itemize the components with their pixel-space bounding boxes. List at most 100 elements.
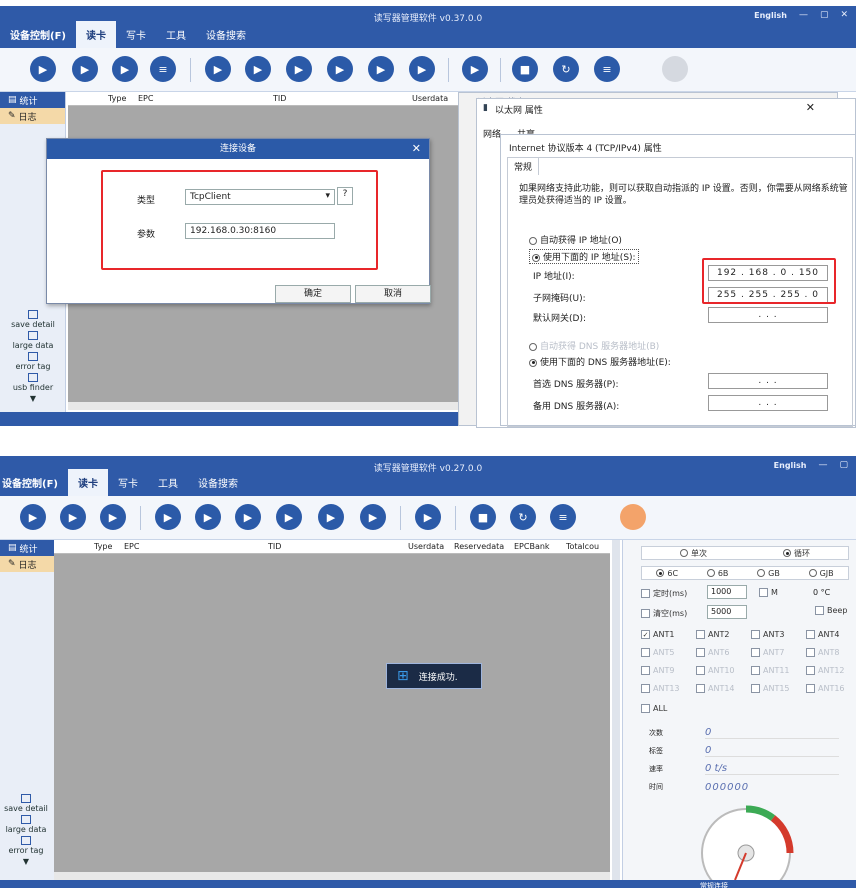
language-button[interactable]: English [754,11,787,20]
tid-icon[interactable]: ▶ [60,504,86,530]
error-tag-button[interactable]: error tag [0,836,52,855]
timer-input[interactable]: 1000 [707,585,747,599]
col-epc[interactable]: EPC [124,542,139,551]
close-icon[interactable]: ✕ [840,10,848,20]
manual-ip-radio[interactable]: 使用下面的 IP 地址(S): [529,249,639,264]
proto-gjb-radio[interactable]: GJB [808,569,834,578]
menu-tools[interactable]: 工具 [148,475,188,496]
tab-network[interactable]: 网络 [483,127,501,140]
auto-ip-radio[interactable]: 自动获得 IP 地址(O) [529,233,622,246]
menu-device-search[interactable]: 设备搜索 [188,475,248,496]
ant-checkbox-16[interactable]: ANT16 [806,684,845,693]
ant-checkbox-1[interactable]: ✓ ANT1 [641,630,674,639]
ok-button[interactable]: 确定 [275,285,351,303]
read-icon-6[interactable]: ▶ [409,56,435,82]
read-icon-5[interactable]: ▶ [368,56,394,82]
nav-log[interactable]: ✎ 日志 [0,108,65,124]
clear-checkbox[interactable]: 清空(ms) [641,608,687,619]
col-epc[interactable]: EPC [138,94,153,103]
beep-checkbox[interactable]: Beep [815,606,847,615]
menu-read[interactable]: 读卡 [75,21,116,48]
ant-checkbox-12[interactable]: ANT12 [806,666,845,675]
minimize-icon[interactable]: — [799,10,808,20]
maximize-icon[interactable]: ▢ [820,10,829,20]
read-icon-4[interactable]: ▶ [276,504,302,530]
timer-checkbox[interactable]: 定时(ms) [641,588,687,599]
h-scrollbar[interactable] [68,402,460,410]
col-userdata[interactable]: Userdata [408,542,444,551]
chevron-down-icon[interactable]: ▼ [0,857,52,866]
ant-checkbox-11[interactable]: ANT11 [751,666,790,675]
gateway-input[interactable]: . . . [708,307,828,323]
read-icon-3[interactable]: ▶ [286,56,312,82]
large-data-button[interactable]: large data [0,815,52,834]
read-icon-2[interactable]: ▶ [195,504,221,530]
splitter[interactable] [612,540,620,880]
stop-icon[interactable]: ■ [512,56,538,82]
error-tag-button[interactable]: error tag [0,352,66,371]
epc-icon[interactable]: ▶ [20,504,46,530]
tid-icon[interactable]: ▶ [72,56,98,82]
close-icon[interactable]: ✕ [412,139,421,159]
clear-input[interactable]: 5000 [707,605,747,619]
ant-checkbox-9[interactable]: ANT9 [641,666,674,675]
h-scrollbar[interactable] [54,872,610,880]
read-icon-5[interactable]: ▶ [318,504,344,530]
menu-device-control[interactable]: 设备控制(F) [0,27,76,48]
language-button[interactable]: English [774,461,807,470]
proto-6b-radio[interactable]: 6B [706,569,728,578]
ant-checkbox-5[interactable]: ANT5 [641,648,674,657]
col-userdata[interactable]: Userdata [412,94,448,103]
menu-tools[interactable]: 工具 [156,27,196,48]
col-type[interactable]: Type [108,94,126,103]
start-icon[interactable]: ▶ [462,56,488,82]
menu-list-icon[interactable]: ≡ [550,504,576,530]
usb-finder-button[interactable]: usb finder [0,373,66,392]
read-icon-4[interactable]: ▶ [327,56,353,82]
read-icon-1[interactable]: ▶ [155,504,181,530]
menu-device-search[interactable]: 设备搜索 [196,27,256,48]
proto-6c-radio[interactable]: 6C [656,569,678,578]
maximize-icon[interactable]: ▢ [839,460,848,470]
refresh-icon[interactable]: ↻ [553,56,579,82]
manual-dns-radio[interactable]: 使用下面的 DNS 服务器地址(E): [529,355,671,368]
nav-stats[interactable]: ▤ 统计 [0,92,65,108]
read-icon-1[interactable]: ▶ [205,56,231,82]
col-type[interactable]: Type [94,542,112,551]
m-checkbox[interactable]: M [759,588,778,597]
large-data-button[interactable]: large data [0,331,66,350]
read-icon-6[interactable]: ▶ [360,504,386,530]
start-icon[interactable]: ▶ [415,504,441,530]
ant-checkbox-4[interactable]: ANT4 [806,630,839,639]
loop-radio[interactable]: 循环 [783,548,810,559]
ant-checkbox-3[interactable]: ANT3 [751,630,784,639]
save-detail-button[interactable]: save detail [0,310,66,329]
dns2-input[interactable]: . . . [708,395,828,411]
menu-list-icon[interactable]: ≡ [594,56,620,82]
play-icon[interactable]: ▶ [100,504,126,530]
play-icon[interactable]: ▶ [112,56,138,82]
ant-checkbox-10[interactable]: ANT10 [696,666,735,675]
col-tid[interactable]: TID [273,94,286,103]
col-totalcount[interactable]: Totalcou [566,542,599,551]
menu-write[interactable]: 写卡 [108,475,148,496]
ant-checkbox-2[interactable]: ANT2 [696,630,729,639]
menu-read[interactable]: 读卡 [67,469,108,496]
ant-checkbox-8[interactable]: ANT8 [806,648,839,657]
epc-icon[interactable]: ▶ [30,56,56,82]
col-epcbank[interactable]: EPCBank [514,542,550,551]
read-icon-3[interactable]: ▶ [235,504,261,530]
proto-gb-radio[interactable]: GB [757,569,780,578]
ant-checkbox-15[interactable]: ANT15 [751,684,790,693]
refresh-icon[interactable]: ↻ [510,504,536,530]
tab-general[interactable]: 常规 [507,157,540,175]
cancel-button[interactable]: 取消 [355,285,431,303]
menu-device-control[interactable]: 设备控制(F) [0,475,68,496]
col-tid[interactable]: TID [268,542,281,551]
list-icon[interactable]: ≡ [150,56,176,82]
ant-checkbox-6[interactable]: ANT6 [696,648,729,657]
ant-checkbox-14[interactable]: ANT14 [696,684,735,693]
col-reservedata[interactable]: Reservedata [454,542,504,551]
single-radio[interactable]: 单次 [680,548,707,559]
ant-checkbox-13[interactable]: ANT13 [641,684,680,693]
